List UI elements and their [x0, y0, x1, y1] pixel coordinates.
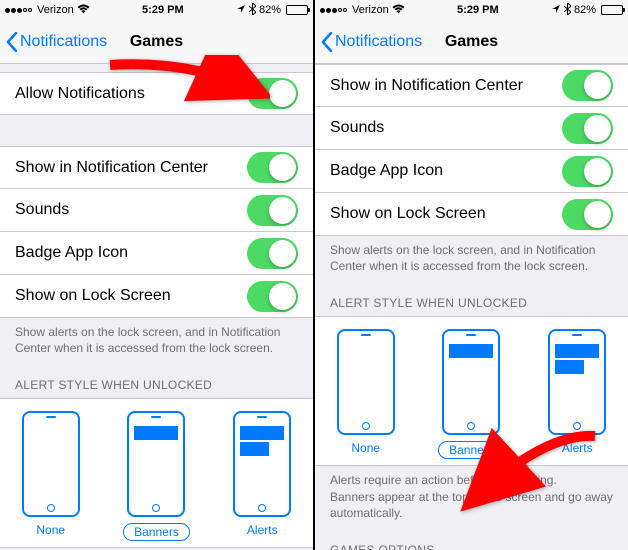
row-label: Show in Notification Center: [330, 77, 523, 95]
nav-bar: Notifications Games: [0, 20, 313, 64]
status-time: 5:29 PM: [142, 4, 184, 16]
phone-right: Verizon 5:29 PM 82% Notifications Games …: [315, 0, 628, 550]
wifi-icon: [392, 4, 405, 17]
row-label: Badge App Icon: [15, 244, 128, 262]
phone-mock-icon: [127, 411, 185, 517]
alert-option-banners[interactable]: Banners: [438, 329, 505, 459]
alert-style-picker: None Banners Alerts: [0, 398, 313, 548]
signal-dots-icon: [5, 8, 32, 13]
status-bar: Verizon 5:29 PM 82%: [0, 0, 313, 20]
nav-bar: Notifications Games: [315, 20, 628, 64]
phone-mock-icon: [442, 329, 500, 435]
toggle-show-in-nc[interactable]: [247, 152, 298, 183]
row-sounds[interactable]: Sounds: [315, 107, 628, 150]
location-icon: [551, 4, 561, 17]
row-label: Sounds: [15, 201, 69, 219]
header-alert-style: ALERT STYLE WHEN UNLOCKED: [315, 282, 628, 316]
row-lockscreen[interactable]: Show on Lock Screen: [315, 193, 628, 236]
header-alert-style: ALERT STYLE WHEN UNLOCKED: [0, 364, 313, 398]
alert-option-none[interactable]: None: [22, 411, 80, 541]
alert-option-alerts[interactable]: Alerts: [233, 411, 291, 541]
back-label: Notifications: [20, 33, 107, 51]
row-label: Badge App Icon: [330, 162, 443, 180]
row-show-in-nc[interactable]: Show in Notification Center: [315, 64, 628, 107]
carrier-label: Verizon: [37, 4, 74, 16]
phone-mock-icon: [548, 329, 606, 435]
phone-left: Verizon 5:29 PM 82% Notifications Games: [0, 0, 313, 550]
back-label: Notifications: [335, 33, 422, 51]
status-time: 5:29 PM: [457, 4, 499, 16]
row-allow-notifications[interactable]: Allow Notifications: [0, 72, 313, 115]
battery-pct: 82%: [259, 4, 281, 16]
carrier-label: Verizon: [352, 4, 389, 16]
bluetooth-icon: [564, 3, 571, 18]
alert-option-label: Banners: [123, 523, 190, 541]
alert-style-picker: None Banners Alerts: [315, 316, 628, 466]
footer-lockscreen: Show alerts on the lock screen, and in N…: [315, 236, 628, 282]
row-show-in-nc[interactable]: Show in Notification Center: [0, 146, 313, 189]
phone-mock-icon: [22, 411, 80, 517]
row-label: Sounds: [330, 119, 384, 137]
battery-icon: [286, 5, 308, 15]
alert-option-banners[interactable]: Banners: [123, 411, 190, 541]
bluetooth-icon: [249, 3, 256, 18]
footer-lockscreen: Show alerts on the lock screen, and in N…: [0, 318, 313, 364]
battery-icon: [601, 5, 623, 15]
alert-option-label: Alerts: [247, 523, 278, 537]
alert-option-label: Alerts: [562, 441, 593, 455]
wifi-icon: [77, 4, 90, 17]
toggle-sounds[interactable]: [562, 113, 613, 144]
status-bar: Verizon 5:29 PM 82%: [315, 0, 628, 20]
alert-option-label: Banners: [438, 441, 505, 459]
phone-mock-icon: [233, 411, 291, 517]
header-games-options: GAMES OPTIONS: [315, 529, 628, 550]
alert-option-alerts[interactable]: Alerts: [548, 329, 606, 459]
row-lockscreen[interactable]: Show on Lock Screen: [0, 275, 313, 318]
toggle-sounds[interactable]: [247, 195, 298, 226]
alert-option-label: None: [36, 523, 65, 537]
toggle-badge[interactable]: [562, 156, 613, 187]
row-sounds[interactable]: Sounds: [0, 189, 313, 232]
row-label: Show on Lock Screen: [15, 287, 171, 305]
alert-option-none[interactable]: None: [337, 329, 395, 459]
toggle-lockscreen[interactable]: [247, 281, 298, 312]
row-label: Show on Lock Screen: [330, 205, 486, 223]
battery-pct: 82%: [574, 4, 596, 16]
row-badge[interactable]: Badge App Icon: [315, 150, 628, 193]
toggle-show-in-nc[interactable]: [562, 70, 613, 101]
row-badge[interactable]: Badge App Icon: [0, 232, 313, 275]
chevron-left-icon: [321, 32, 333, 52]
chevron-left-icon: [6, 32, 18, 52]
toggle-lockscreen[interactable]: [562, 199, 613, 230]
toggle-allow-notifications[interactable]: [247, 78, 298, 109]
alert-option-label: None: [351, 441, 380, 455]
toggle-badge[interactable]: [247, 238, 298, 269]
location-icon: [236, 4, 246, 17]
row-label: Show in Notification Center: [15, 159, 208, 177]
footer-alert-style: Alerts require an action before proceedi…: [315, 466, 628, 529]
back-button[interactable]: Notifications: [0, 32, 107, 52]
signal-dots-icon: [320, 8, 347, 13]
phone-mock-icon: [337, 329, 395, 435]
row-label: Allow Notifications: [15, 85, 145, 103]
back-button[interactable]: Notifications: [315, 32, 422, 52]
